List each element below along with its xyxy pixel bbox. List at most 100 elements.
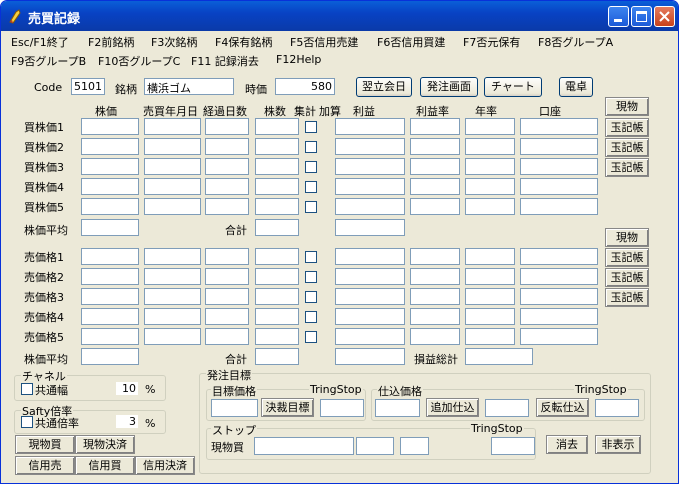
buy-avg-input[interactable] bbox=[81, 219, 139, 236]
sell-account-input[interactable] bbox=[520, 288, 598, 305]
sell-total-input[interactable] bbox=[255, 348, 299, 365]
buy-days-input[interactable] bbox=[205, 178, 249, 195]
buy-record-button[interactable]: 玉記帳 bbox=[605, 158, 649, 177]
sell-date-input[interactable] bbox=[144, 248, 201, 265]
sell-price-input[interactable] bbox=[81, 308, 139, 325]
buy-profit-rate-input[interactable] bbox=[410, 158, 460, 175]
hide-button[interactable]: 非表示 bbox=[595, 435, 641, 454]
minimize-button[interactable] bbox=[608, 6, 629, 27]
buy-profit-rate-input[interactable] bbox=[410, 198, 460, 215]
buy-price-input[interactable] bbox=[81, 198, 139, 215]
buy-days-input[interactable] bbox=[205, 138, 249, 155]
buy-date-input[interactable] bbox=[144, 178, 201, 195]
buy-shares-input[interactable] bbox=[255, 158, 299, 175]
menu-item-group-a[interactable]: F8否グループA bbox=[538, 34, 613, 50]
sell-price-input[interactable] bbox=[81, 268, 139, 285]
buy-total-input[interactable] bbox=[255, 219, 299, 236]
buy-days-input[interactable] bbox=[205, 118, 249, 135]
menu-item-prev[interactable]: F2前銘柄 bbox=[88, 34, 134, 50]
menu-item-margin-sell[interactable]: F5否信用売建 bbox=[290, 34, 358, 50]
buy-profit-rate-input[interactable] bbox=[410, 178, 460, 195]
settle-target-button[interactable]: 決裁目標 bbox=[261, 398, 314, 417]
next-session-button[interactable]: 翌立会日 bbox=[356, 77, 412, 97]
buy-sum-checkbox[interactable] bbox=[305, 141, 317, 153]
menu-item-group-b[interactable]: F9否グループB bbox=[11, 53, 86, 69]
buy-total-profit-input[interactable] bbox=[335, 219, 405, 236]
buy-record-button[interactable]: 玉記帳 bbox=[605, 138, 649, 157]
channel-value-input[interactable]: 10 bbox=[115, 381, 139, 396]
sell-price-input[interactable] bbox=[81, 288, 139, 305]
sell-record-button[interactable]: 玉記帳 bbox=[605, 288, 649, 307]
buy-sum-checkbox[interactable] bbox=[305, 121, 317, 133]
sell-avg-input[interactable] bbox=[81, 348, 139, 365]
sell-price-input[interactable] bbox=[81, 328, 139, 345]
close-button[interactable] bbox=[654, 6, 675, 27]
menu-item-exit[interactable]: Esc/F1終了 bbox=[11, 34, 69, 50]
order-screen-button[interactable]: 発注画面 bbox=[420, 77, 478, 97]
buy-account-input[interactable] bbox=[520, 118, 598, 135]
buyin-tring-input[interactable] bbox=[595, 399, 639, 417]
calculator-button[interactable]: 電卓 bbox=[559, 77, 593, 97]
sell-profit-input[interactable] bbox=[335, 328, 405, 345]
buy-profit-rate-input[interactable] bbox=[410, 138, 460, 155]
sell-profit-input[interactable] bbox=[335, 308, 405, 325]
sell-spot-button[interactable]: 現物 bbox=[605, 228, 649, 247]
menu-item-margin-buy[interactable]: F6否信用買建 bbox=[377, 34, 445, 50]
buy-annual-input[interactable] bbox=[465, 158, 515, 175]
buy-shares-input[interactable] bbox=[255, 118, 299, 135]
sell-profit-rate-input[interactable] bbox=[410, 288, 460, 305]
buy-price-input[interactable] bbox=[81, 178, 139, 195]
sell-record-button[interactable]: 玉記帳 bbox=[605, 268, 649, 287]
sell-total-profit-input[interactable] bbox=[335, 348, 405, 365]
chart-button[interactable]: チャート bbox=[484, 77, 542, 97]
clear-button[interactable]: 消去 bbox=[546, 435, 588, 454]
meigara-input[interactable]: 横浜ゴム bbox=[144, 78, 234, 95]
buy-account-input[interactable] bbox=[520, 178, 598, 195]
sell-shares-input[interactable] bbox=[255, 328, 299, 345]
maximize-button[interactable] bbox=[631, 6, 652, 27]
sell-profit-rate-input[interactable] bbox=[410, 308, 460, 325]
buy-profit-input[interactable] bbox=[335, 198, 405, 215]
spot-settle-button[interactable]: 現物決済 bbox=[75, 435, 135, 454]
buy-sum-checkbox[interactable] bbox=[305, 161, 317, 173]
sell-annual-input[interactable] bbox=[465, 248, 515, 265]
spot-buy-button[interactable]: 現物買 bbox=[15, 435, 75, 454]
buy-annual-input[interactable] bbox=[465, 178, 515, 195]
sell-profit-input[interactable] bbox=[335, 248, 405, 265]
sell-profit-input[interactable] bbox=[335, 268, 405, 285]
code-input[interactable]: 5101 bbox=[71, 78, 105, 95]
sell-account-input[interactable] bbox=[520, 248, 598, 265]
buy-price-input[interactable] bbox=[81, 118, 139, 135]
buy-price-input[interactable] bbox=[81, 158, 139, 175]
buy-account-input[interactable] bbox=[520, 198, 598, 215]
buy-shares-input[interactable] bbox=[255, 178, 299, 195]
sell-sum-checkbox[interactable] bbox=[305, 251, 317, 263]
sell-date-input[interactable] bbox=[144, 288, 201, 305]
sell-record-button[interactable]: 玉記帳 bbox=[605, 248, 649, 267]
sell-account-input[interactable] bbox=[520, 328, 598, 345]
menu-item-group-c[interactable]: F10否グループC bbox=[98, 53, 180, 69]
stop-small-input[interactable] bbox=[400, 437, 429, 455]
sell-days-input[interactable] bbox=[205, 308, 249, 325]
buy-days-input[interactable] bbox=[205, 158, 249, 175]
buy-date-input[interactable] bbox=[144, 118, 201, 135]
buy-date-input[interactable] bbox=[144, 198, 201, 215]
add-buyin-button[interactable]: 追加仕込 bbox=[426, 398, 479, 417]
sell-profit-rate-input[interactable] bbox=[410, 328, 460, 345]
stop-price-input[interactable] bbox=[254, 437, 354, 455]
stop-extra-input[interactable] bbox=[356, 437, 394, 455]
sell-days-input[interactable] bbox=[205, 328, 249, 345]
sell-days-input[interactable] bbox=[205, 248, 249, 265]
buy-sum-checkbox[interactable] bbox=[305, 181, 317, 193]
buy-profit-input[interactable] bbox=[335, 138, 405, 155]
sell-days-input[interactable] bbox=[205, 268, 249, 285]
buy-days-input[interactable] bbox=[205, 198, 249, 215]
buy-date-input[interactable] bbox=[144, 158, 201, 175]
margin-settle-button[interactable]: 信用決済 bbox=[135, 456, 195, 475]
sell-annual-input[interactable] bbox=[465, 288, 515, 305]
buy-profit-input[interactable] bbox=[335, 158, 405, 175]
sell-date-input[interactable] bbox=[144, 308, 201, 325]
menu-item-holdings[interactable]: F4保有銘柄 bbox=[215, 34, 272, 50]
buy-profit-rate-input[interactable] bbox=[410, 118, 460, 135]
sell-shares-input[interactable] bbox=[255, 288, 299, 305]
